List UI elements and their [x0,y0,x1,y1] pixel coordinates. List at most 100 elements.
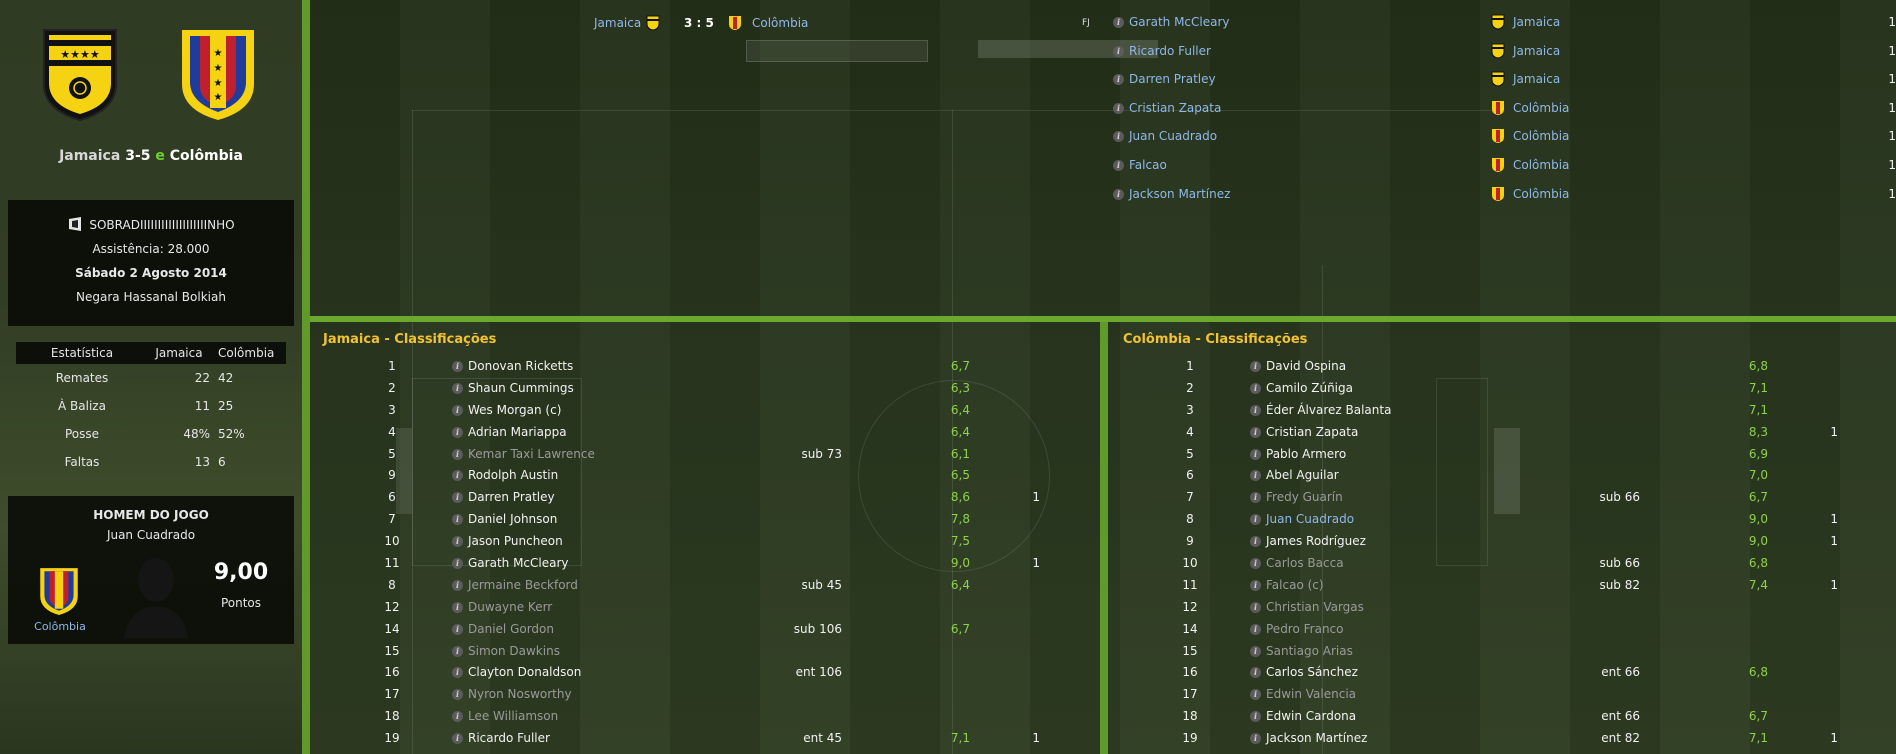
info-icon[interactable]: i [1113,159,1124,171]
player-name[interactable]: Edwin Valencia [1266,687,1356,701]
scorer-name[interactable]: Cristian Zapata [1129,101,1221,115]
info-icon[interactable]: i [1250,601,1261,613]
player-name[interactable]: Daniel Johnson [468,512,557,526]
player-row[interactable]: 8 i Juan Cuadrado 9,0 1 [1108,509,1896,531]
scorer-team[interactable]: Jamaica [1513,72,1560,86]
scorer-team[interactable]: Colômbia [1513,101,1569,115]
player-name[interactable]: Jermaine Beckford [468,578,578,592]
player-name[interactable]: Simon Dawkins [468,644,560,658]
player-row[interactable]: 11 i Falcao (c) sub 82 7,4 1 [1108,575,1896,597]
scorer-name[interactable]: Garath McCleary [1129,15,1230,29]
info-icon[interactable]: i [1113,102,1124,114]
scorer-team[interactable]: Colômbia [1513,158,1569,172]
player-row[interactable]: 2 i Camilo Zúñiga 7,1 [1108,378,1896,400]
player-row[interactable]: 5 i Kemar Taxi Lawrence sub 73 6,1 [310,444,1100,466]
player-name[interactable]: Ricardo Fuller [468,731,550,745]
player-row[interactable]: 11 i Garath McCleary 9,0 1 [310,553,1100,575]
info-icon[interactable]: i [1250,361,1261,372]
info-icon[interactable]: i [452,558,463,570]
player-name[interactable]: Abel Aguilar [1266,468,1339,482]
player-name[interactable]: Edwin Cardona [1266,709,1356,723]
scorer-name[interactable]: Darren Pratley [1129,72,1216,86]
player-row[interactable]: 1 i David Ospina 6,8 [1108,356,1896,378]
player-name[interactable]: Falcao (c) [1266,578,1324,592]
info-icon[interactable]: i [452,448,463,460]
player-name[interactable]: James Rodríguez [1266,534,1366,548]
player-row[interactable]: 9 i Rodolph Austin 6,5 [310,465,1100,487]
info-icon[interactable]: i [452,382,463,394]
info-icon[interactable]: i [1250,558,1261,570]
info-icon[interactable]: i [1250,536,1261,548]
player-name[interactable]: Pablo Armero [1266,447,1346,461]
info-icon[interactable]: i [1250,689,1261,701]
info-icon[interactable]: i [452,426,463,438]
info-icon[interactable]: i [1250,711,1261,723]
player-name[interactable]: Duwayne Kerr [468,600,552,614]
player-name[interactable]: Nyron Nosworthy [468,687,572,701]
player-name[interactable]: Jason Puncheon [468,534,563,548]
scorer-name[interactable]: Jackson Martínez [1129,187,1230,201]
player-row[interactable]: 16 i Carlos Sánchez ent 66 6,8 [1108,662,1896,684]
player-row[interactable]: 4 i Cristian Zapata 8,3 1 [1108,422,1896,444]
info-icon[interactable]: i [1250,404,1261,416]
info-icon[interactable]: i [1113,131,1124,143]
info-icon[interactable]: i [452,623,463,635]
player-name[interactable]: Adrian Mariappa [468,425,567,439]
player-row[interactable]: 15 i Santiago Arias [1108,641,1896,663]
info-icon[interactable]: i [1113,17,1124,28]
motm-player-name[interactable]: Juan Cuadrado [8,528,294,542]
player-row[interactable]: 1 i Donovan Ricketts 6,7 [310,356,1100,378]
player-name[interactable]: Donovan Ricketts [468,359,573,373]
player-name[interactable]: Darren Pratley [468,490,555,504]
player-row[interactable]: 18 i Edwin Cardona ent 66 6,7 [1108,706,1896,728]
info-icon[interactable]: i [452,667,463,679]
player-name[interactable]: Jackson Martínez [1266,731,1367,745]
scoreboard-away-team[interactable]: Colômbia [752,16,808,30]
player-name[interactable]: Carlos Bacca [1266,556,1344,570]
player-row[interactable]: 7 i Daniel Johnson 7,8 [310,509,1100,531]
player-row[interactable]: 16 i Clayton Donaldson ent 106 [310,662,1100,684]
player-row[interactable]: 9 i James Rodríguez 9,0 1 [1108,531,1896,553]
player-row[interactable]: 8 i Jermaine Beckford sub 45 6,4 [310,575,1100,597]
info-icon[interactable]: i [452,601,463,613]
player-row[interactable]: 5 i Pablo Armero 6,9 [1108,444,1896,466]
player-name[interactable]: Lee Williamson [468,709,558,723]
info-icon[interactable]: i [1250,579,1261,591]
info-icon[interactable]: i [452,733,463,745]
player-row[interactable]: 17 i Edwin Valencia [1108,684,1896,706]
player-name[interactable]: Éder Álvarez Balanta [1266,403,1391,417]
info-icon[interactable]: i [452,536,463,548]
motm-team-link[interactable]: Colômbia [20,620,100,633]
info-icon[interactable]: i [1250,492,1261,504]
player-row[interactable]: 17 i Nyron Nosworthy [310,684,1100,706]
player-name[interactable]: Christian Vargas [1266,600,1364,614]
player-name[interactable]: Garath McCleary [468,556,569,570]
player-row[interactable]: 14 i Pedro Franco [1108,619,1896,641]
player-name[interactable]: Juan Cuadrado [1266,512,1354,526]
player-name[interactable]: Santiago Arias [1266,644,1353,658]
info-icon[interactable]: i [452,645,463,657]
player-row[interactable]: 19 i Ricardo Fuller ent 45 7,1 1 [310,728,1100,750]
player-row[interactable]: 14 i Daniel Gordon sub 106 6,7 [310,619,1100,641]
scorer-team[interactable]: Colômbia [1513,187,1569,201]
info-icon[interactable]: i [452,361,463,372]
info-icon[interactable]: i [452,579,463,591]
scorer-name[interactable]: Falcao [1129,158,1167,172]
info-icon[interactable]: i [1113,74,1124,86]
player-name[interactable]: Pedro Franco [1266,622,1344,636]
scorer-team[interactable]: Jamaica [1513,15,1560,29]
info-icon[interactable]: i [1250,733,1261,745]
info-icon[interactable]: i [1113,45,1124,57]
info-icon[interactable]: i [1113,188,1124,200]
player-row[interactable]: 18 i Lee Williamson [310,706,1100,728]
scoreboard-home-team[interactable]: Jamaica [594,16,641,30]
info-icon[interactable]: i [452,492,463,504]
player-name[interactable]: Cristian Zapata [1266,425,1358,439]
player-name[interactable]: Rodolph Austin [468,468,558,482]
player-row[interactable]: 7 i Fredy Guarín sub 66 6,7 [1108,487,1896,509]
player-name[interactable]: Carlos Sánchez [1266,665,1358,679]
info-icon[interactable]: i [452,711,463,723]
player-row[interactable]: 6 i Darren Pratley 8,6 1 [310,487,1100,509]
info-icon[interactable]: i [1250,426,1261,438]
info-icon[interactable]: i [1250,645,1261,657]
